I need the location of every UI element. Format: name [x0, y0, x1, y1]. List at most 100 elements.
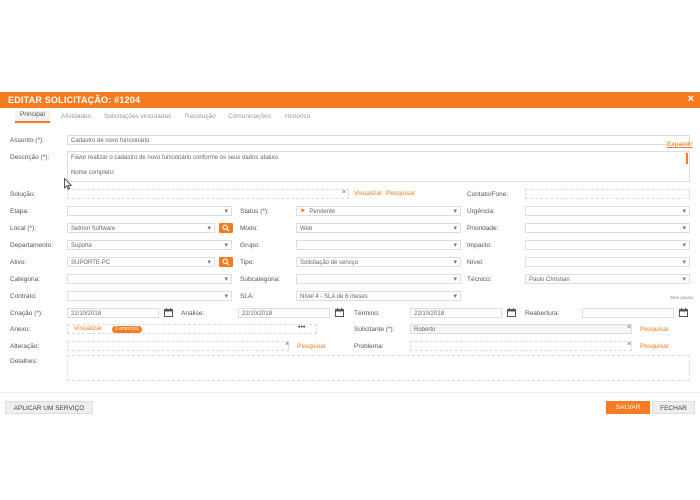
problema-pesquisar-link[interactable]: Pesquisar: [640, 343, 669, 350]
tecnico-select[interactable]: Paulo Christian: [525, 274, 690, 284]
status-select[interactable]: ⚑ Pendente: [296, 206, 461, 216]
termino-label: Término:: [354, 310, 380, 317]
assunto-label: Assunto (*):: [10, 137, 44, 144]
ativo-select[interactable]: SUPORTE-PC: [67, 257, 215, 267]
alteracao-pesquisar-link[interactable]: Pesquisar: [297, 343, 326, 350]
close-button[interactable]: FECHAR: [652, 401, 695, 414]
analise-input[interactable]: 22/10/2018: [238, 308, 330, 318]
reabertura-input[interactable]: [582, 308, 674, 318]
departamento-label: Departamento:: [10, 242, 53, 249]
analise-label: Análise:: [181, 310, 205, 317]
calendar-icon[interactable]: [679, 308, 688, 317]
etapa-select[interactable]: [67, 206, 232, 216]
categoria-label: Categoria:: [10, 276, 40, 283]
calendar-icon[interactable]: [164, 308, 173, 317]
contrato-label: Contrato:: [10, 293, 37, 300]
footer-divider: [0, 392, 700, 393]
more-icon[interactable]: •••: [298, 324, 305, 331]
solicitante-pesquisar-link[interactable]: Pesquisar: [640, 326, 669, 333]
anexo-field: [67, 324, 317, 334]
mouse-cursor-icon: [64, 178, 72, 190]
impacto-select[interactable]: [525, 240, 690, 250]
solucao-pesquisar-link[interactable]: Pesquisar: [386, 190, 415, 197]
ativo-search-button[interactable]: [219, 257, 233, 267]
nivel-select[interactable]: [525, 257, 690, 267]
search-icon: [222, 224, 230, 232]
detalhes-textarea[interactable]: [67, 355, 690, 381]
subcategoria-label: Subcategoria:: [240, 276, 281, 283]
calendar-icon[interactable]: [335, 308, 344, 317]
departamento-select[interactable]: Suporte: [67, 240, 232, 250]
tab-atividades[interactable]: Atividades: [61, 113, 91, 120]
close-icon[interactable]: ×: [688, 93, 694, 105]
problema-clear-icon[interactable]: ×: [627, 341, 631, 348]
tipo-label: Tipo:: [240, 259, 255, 266]
sla-label: SLA:: [240, 293, 255, 300]
criacao-label: Criação (*):: [10, 310, 43, 317]
categoria-select[interactable]: [67, 274, 232, 284]
tab-historico[interactable]: Histórico: [285, 113, 310, 120]
contrato-select[interactable]: [67, 291, 232, 301]
local-select[interactable]: Setrion Software: [67, 223, 215, 233]
criacao-input[interactable]: 22/10/2018: [67, 308, 159, 318]
problema-input[interactable]: [410, 341, 632, 351]
solucao-visualizar-link[interactable]: Visualizar: [354, 190, 382, 197]
local-label: Local (*):: [10, 225, 37, 232]
tipo-select[interactable]: Solicitação de serviço: [296, 257, 461, 267]
reabertura-label: Reabertura:: [525, 310, 560, 317]
assunto-input[interactable]: Cadastro de novo funcionário: [67, 135, 690, 145]
anexo-visualizar-link[interactable]: Visualizar: [74, 325, 102, 332]
modo-select[interactable]: Web: [296, 223, 461, 233]
anexo-count-badge: 1 anexo(s): [112, 326, 142, 333]
solicitante-input[interactable]: Roberto: [410, 324, 632, 334]
save-button[interactable]: SALVAR: [606, 401, 650, 414]
status-label: Status (*):: [240, 208, 269, 215]
contato-label: Contato/Fone:: [467, 191, 509, 198]
detalhes-label: Detalhes:: [10, 358, 38, 365]
solucao-clear-icon[interactable]: ×: [342, 189, 346, 196]
descricao-textarea[interactable]: Favor realizar o cadastro de novo funcio…: [67, 151, 690, 182]
urgencia-label: Urgência:: [467, 208, 495, 215]
alteracao-label: Alteração:: [10, 343, 40, 350]
modal-title: EDITAR SOLICITAÇÃO: #1204: [8, 95, 141, 105]
descricao-label: Descrição (*):: [10, 154, 50, 161]
tab-principal[interactable]: Principal: [15, 111, 50, 123]
prioridade-label: Prioridade:: [467, 225, 499, 232]
status-value: Pendente: [309, 209, 336, 215]
problema-label: Problema:: [354, 343, 384, 350]
anexo-label: Anexo:: [10, 326, 31, 333]
modal-titlebar: EDITAR SOLICITAÇÃO: #1204 ×: [0, 92, 700, 108]
tab-solicitacoes-vinculadas[interactable]: Solicitações vinculadas: [104, 113, 171, 120]
expandir-link[interactable]: Expandir: [667, 141, 693, 148]
tab-bar: Principal Atividades Solicitações vincul…: [0, 108, 700, 124]
termino-input[interactable]: 22/10/2018: [410, 308, 502, 318]
prioridade-select[interactable]: [525, 223, 690, 233]
tecnico-label: Técnico:: [467, 276, 492, 283]
etapa-label: Etapa:: [10, 208, 29, 215]
solicitante-label: Solicitante (*):: [354, 326, 395, 333]
nivel-label: Nível:: [467, 259, 484, 266]
calendar-icon[interactable]: [507, 308, 516, 317]
apply-service-button[interactable]: APLICAR UM SERVIÇO: [5, 401, 93, 414]
search-icon: [222, 258, 230, 266]
descricao-line-2: Nome completo:: [71, 170, 115, 176]
descricao-scrollbar[interactable]: [686, 153, 688, 164]
tab-resolucao[interactable]: Resolução: [185, 113, 216, 120]
contato-input[interactable]: [525, 189, 690, 199]
solucao-input[interactable]: [67, 189, 349, 199]
solicitante-clear-icon[interactable]: ×: [627, 324, 631, 331]
subcategoria-select[interactable]: [296, 274, 461, 284]
grupo-select[interactable]: [296, 240, 461, 250]
local-search-button[interactable]: [219, 223, 233, 233]
modo-label: Modo:: [240, 225, 259, 232]
solucao-label: Solução:: [10, 191, 36, 198]
sla-select[interactable]: Nível 4 - SLA de 6 meses: [296, 291, 461, 301]
alteracao-clear-icon[interactable]: ×: [285, 341, 289, 348]
grupo-label: Grupo:: [240, 242, 260, 249]
ativo-label: Ativo:: [10, 259, 27, 266]
tab-comunicacoes[interactable]: Comunicações: [228, 113, 271, 120]
sem-pausa-text: Sem pausa: [670, 295, 693, 300]
edit-request-modal: EDITAR SOLICITAÇÃO: #1204 × Principal At…: [0, 92, 700, 423]
urgencia-select[interactable]: [525, 206, 690, 216]
alteracao-input[interactable]: [67, 341, 289, 351]
